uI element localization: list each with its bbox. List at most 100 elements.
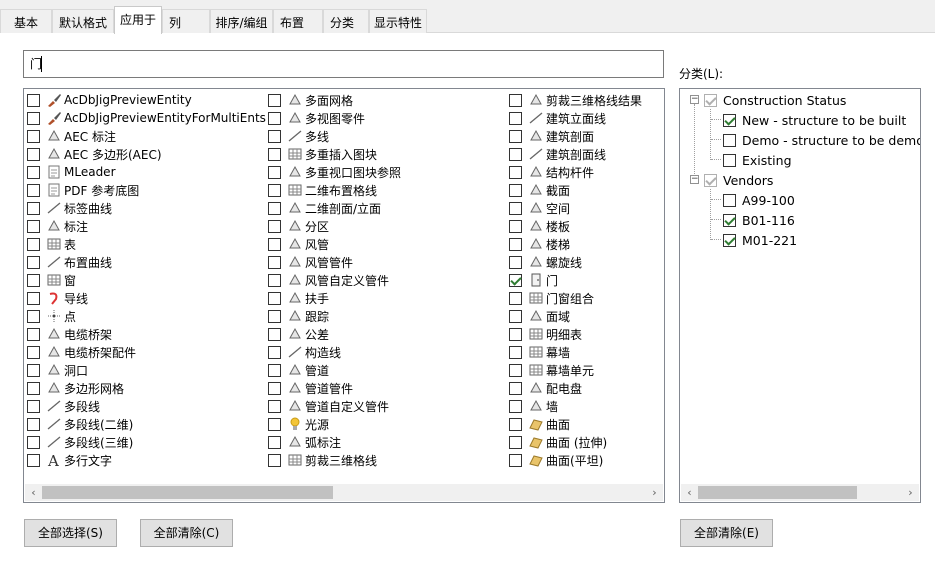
list-item[interactable]: AEC 标注 bbox=[27, 127, 116, 145]
list-item-checkbox[interactable] bbox=[27, 183, 40, 197]
list-item-checkbox[interactable] bbox=[27, 201, 40, 215]
list-item-checkbox[interactable] bbox=[509, 273, 522, 287]
tree-node-construction-status[interactable]: Construction Status bbox=[704, 90, 846, 110]
list-item-checkbox[interactable] bbox=[27, 165, 40, 179]
list-item[interactable]: 多段线(三维) bbox=[27, 433, 133, 451]
list-item-checkbox[interactable] bbox=[268, 183, 281, 197]
list-item-checkbox[interactable] bbox=[509, 93, 522, 107]
list-item-checkbox[interactable] bbox=[509, 435, 522, 449]
list-item[interactable]: 点 bbox=[27, 307, 76, 325]
list-item-checkbox[interactable] bbox=[268, 165, 281, 179]
clear-all-category-button[interactable]: 全部清除(E) bbox=[680, 519, 773, 547]
list-item-checkbox[interactable] bbox=[509, 291, 522, 305]
list-item[interactable]: 表 bbox=[27, 235, 76, 253]
tree-checkbox[interactable] bbox=[723, 153, 736, 167]
list-item-checkbox[interactable] bbox=[268, 201, 281, 215]
list-item[interactable]: 剪裁三维格线结果 bbox=[509, 91, 642, 109]
list-item-checkbox[interactable] bbox=[27, 219, 40, 233]
list-item-checkbox[interactable] bbox=[509, 111, 522, 125]
list-item[interactable]: 幕墙单元 bbox=[509, 361, 594, 379]
list-item[interactable]: 曲面 bbox=[509, 415, 570, 433]
list-item-checkbox[interactable] bbox=[27, 327, 40, 341]
list-item[interactable]: 剪裁三维格线 bbox=[268, 451, 377, 469]
list-item-checkbox[interactable] bbox=[27, 363, 40, 377]
list-item-checkbox[interactable] bbox=[509, 147, 522, 161]
list-item[interactable]: 标注 bbox=[27, 217, 88, 235]
list-item-checkbox[interactable] bbox=[27, 399, 40, 413]
list-item-checkbox[interactable] bbox=[509, 255, 522, 269]
list-item-checkbox[interactable] bbox=[27, 273, 40, 287]
list-item-checkbox[interactable] bbox=[268, 219, 281, 233]
list-item[interactable]: AEC 多边形(AEC) bbox=[27, 145, 162, 163]
list-item[interactable]: A 多行文字 bbox=[27, 451, 112, 470]
list-item-checkbox[interactable] bbox=[268, 327, 281, 341]
category-tree[interactable]: − Construction Status New - structure to… bbox=[679, 88, 921, 503]
list-item[interactable]: 建筑剖面 bbox=[509, 127, 594, 145]
list-item-checkbox[interactable] bbox=[268, 417, 281, 431]
tab-basic[interactable]: 基本 bbox=[0, 9, 52, 33]
list-item[interactable]: 电缆桥架配件 bbox=[27, 343, 136, 361]
list-item-checkbox[interactable] bbox=[509, 165, 522, 179]
list-item[interactable]: 窗 bbox=[27, 271, 76, 289]
list-item[interactable]: 曲面 (拉伸) bbox=[509, 433, 607, 451]
list-item-checkbox[interactable] bbox=[268, 291, 281, 305]
list-item[interactable]: 多段线 bbox=[27, 397, 100, 415]
tree-checkbox[interactable] bbox=[723, 233, 736, 247]
list-item[interactable]: 管道管件 bbox=[268, 379, 353, 397]
list-item[interactable]: 面域 bbox=[509, 307, 570, 325]
tree-checkbox[interactable] bbox=[723, 193, 736, 207]
list-item-checkbox[interactable] bbox=[268, 255, 281, 269]
select-all-button[interactable]: 全部选择(S) bbox=[24, 519, 117, 547]
tree-node-a99-100[interactable]: A99-100 bbox=[723, 190, 795, 210]
list-item-checkbox[interactable] bbox=[509, 129, 522, 143]
list-item-checkbox[interactable] bbox=[27, 237, 40, 251]
list-item[interactable]: AcDbJigPreviewEntity bbox=[27, 91, 192, 109]
list-item-checkbox[interactable] bbox=[268, 237, 281, 251]
list-item[interactable]: 曲面(平坦) bbox=[509, 451, 603, 469]
list-item-checkbox[interactable] bbox=[27, 111, 40, 125]
list-item[interactable]: 构造线 bbox=[268, 343, 341, 361]
list-item[interactable]: 标签曲线 bbox=[27, 199, 112, 217]
list-item[interactable]: 多视图零件 bbox=[268, 109, 365, 127]
tab-apply-to[interactable]: 应用于 bbox=[114, 6, 162, 34]
list-item[interactable]: 二维布置格线 bbox=[268, 181, 377, 199]
list-item-checkbox[interactable] bbox=[268, 399, 281, 413]
list-item-checkbox[interactable] bbox=[509, 309, 522, 323]
list-item[interactable]: 二维剖面/立面 bbox=[268, 199, 381, 217]
list-item-checkbox[interactable] bbox=[268, 147, 281, 161]
list-item[interactable]: 光源 bbox=[268, 415, 329, 433]
list-item[interactable]: 风管 bbox=[268, 235, 329, 253]
list-item-checkbox[interactable] bbox=[509, 399, 522, 413]
horizontal-scrollbar[interactable]: ‹ › bbox=[25, 484, 663, 501]
list-item-checkbox[interactable] bbox=[27, 381, 40, 395]
list-item-checkbox[interactable] bbox=[268, 435, 281, 449]
list-item-checkbox[interactable] bbox=[268, 309, 281, 323]
list-item[interactable]: MLeader bbox=[27, 163, 116, 181]
tree-checkbox[interactable] bbox=[723, 133, 736, 147]
list-item[interactable]: 多段线(二维) bbox=[27, 415, 133, 433]
tree-horizontal-scrollbar[interactable]: ‹ › bbox=[681, 484, 919, 501]
list-item-checkbox[interactable] bbox=[509, 201, 522, 215]
list-item[interactable]: 结构杆件 bbox=[509, 163, 594, 181]
tab-layout[interactable]: 布置 bbox=[273, 9, 323, 33]
list-item-checkbox[interactable] bbox=[509, 381, 522, 395]
list-item[interactable]: 管道自定义管件 bbox=[268, 397, 389, 415]
tree-node-new[interactable]: New - structure to be built bbox=[723, 110, 906, 130]
clear-all-button[interactable]: 全部清除(C) bbox=[140, 519, 233, 547]
list-item-checkbox[interactable] bbox=[27, 309, 40, 323]
scroll-left-icon[interactable]: ‹ bbox=[682, 485, 697, 500]
list-item[interactable]: 楼梯 bbox=[509, 235, 570, 253]
list-item[interactable]: 幕墙 bbox=[509, 343, 570, 361]
list-item[interactable]: 弧标注 bbox=[268, 433, 341, 451]
tree-node-vendors[interactable]: Vendors bbox=[704, 170, 773, 190]
list-item[interactable]: 管道 bbox=[268, 361, 329, 379]
collapse-icon[interactable]: − bbox=[690, 175, 699, 184]
list-item[interactable]: 建筑剖面线 bbox=[509, 145, 606, 163]
tree-checkbox[interactable] bbox=[704, 93, 717, 107]
list-item-checkbox[interactable] bbox=[27, 435, 40, 449]
list-item[interactable]: 螺旋线 bbox=[509, 253, 582, 271]
tree-node-existing[interactable]: Existing bbox=[723, 150, 792, 170]
scroll-right-icon[interactable]: › bbox=[903, 485, 918, 500]
list-item-checkbox[interactable] bbox=[27, 147, 40, 161]
list-item[interactable]: 墙 bbox=[509, 397, 558, 415]
